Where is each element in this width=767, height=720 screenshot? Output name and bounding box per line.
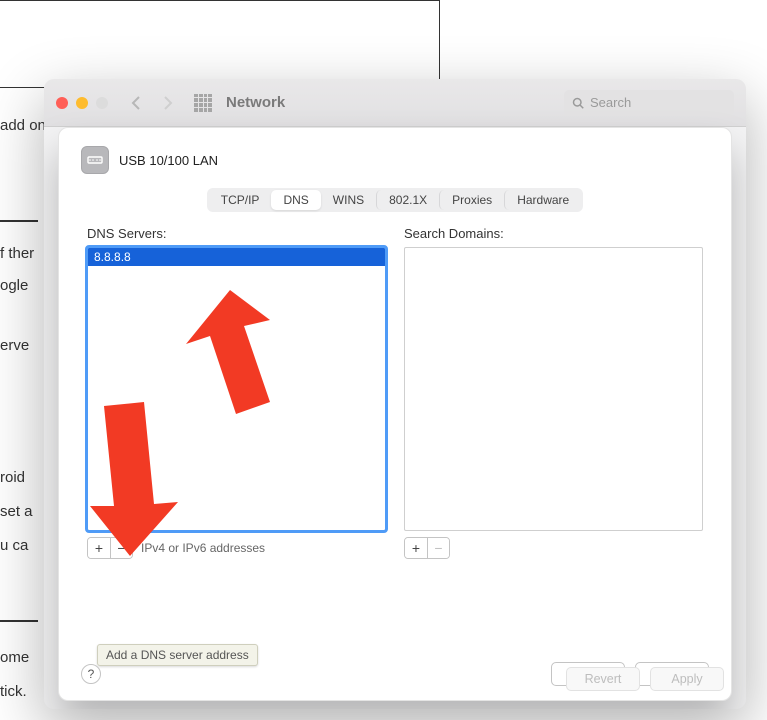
- tab-8021x[interactable]: 802.1X: [376, 190, 439, 210]
- bg-text: roid: [0, 464, 25, 491]
- dns-entry[interactable]: 8.8.8.8: [88, 248, 385, 266]
- search-icon: [572, 97, 584, 109]
- connection-name: USB 10/100 LAN: [119, 153, 218, 168]
- tab-hardware[interactable]: Hardware: [504, 190, 581, 210]
- tab-tcpip[interactable]: TCP/IP: [209, 190, 272, 210]
- bg-text: erve: [0, 332, 29, 359]
- bg-text: f ther: [0, 240, 34, 267]
- close-window-button[interactable]: [56, 97, 68, 109]
- bg-text: u ca: [0, 532, 28, 559]
- dns-hint: IPv4 or IPv6 addresses: [141, 541, 265, 555]
- remove-domain-button[interactable]: −: [427, 538, 449, 558]
- dns-servers-list[interactable]: 8.8.8.8: [87, 247, 386, 531]
- remove-dns-button[interactable]: −: [110, 538, 132, 558]
- search-input[interactable]: Search: [564, 90, 734, 116]
- tabs: TCP/IP DNS WINS 802.1X Proxies Hardware: [207, 188, 583, 212]
- search-domains-label: Search Domains:: [404, 226, 703, 241]
- bg-text: tick.: [0, 678, 27, 705]
- help-button[interactable]: ?: [81, 664, 101, 684]
- revert-button[interactable]: Revert: [566, 667, 640, 691]
- zoom-window-button[interactable]: [96, 97, 108, 109]
- prefs-window: Network Search USB 10/100 LAN TCP/IP DNS…: [44, 79, 746, 709]
- back-button[interactable]: [124, 91, 148, 115]
- tab-wins[interactable]: WINS: [321, 190, 376, 210]
- tab-proxies[interactable]: Proxies: [439, 190, 504, 210]
- ethernet-icon: [81, 146, 109, 174]
- search-placeholder: Search: [590, 95, 631, 110]
- forward-button[interactable]: [156, 91, 180, 115]
- bg-text: ogle: [0, 272, 28, 299]
- tab-dns[interactable]: DNS: [271, 190, 320, 210]
- bg-text: set a: [0, 498, 33, 525]
- minimize-window-button[interactable]: [76, 97, 88, 109]
- traffic-lights: [56, 97, 108, 109]
- titlebar: Network Search: [44, 79, 746, 127]
- window-title: Network: [226, 94, 285, 111]
- bg-text: add on: [0, 112, 46, 139]
- add-dns-button[interactable]: +: [88, 538, 110, 558]
- add-dns-tooltip: Add a DNS server address: [97, 644, 258, 666]
- add-domain-button[interactable]: +: [405, 538, 427, 558]
- search-domains-list[interactable]: [404, 247, 703, 531]
- dns-settings-sheet: USB 10/100 LAN TCP/IP DNS WINS 802.1X Pr…: [58, 127, 732, 701]
- bg-text: ome: [0, 644, 29, 671]
- apply-button[interactable]: Apply: [650, 667, 724, 691]
- show-all-icon[interactable]: [194, 94, 212, 112]
- dns-servers-label: DNS Servers:: [87, 226, 386, 241]
